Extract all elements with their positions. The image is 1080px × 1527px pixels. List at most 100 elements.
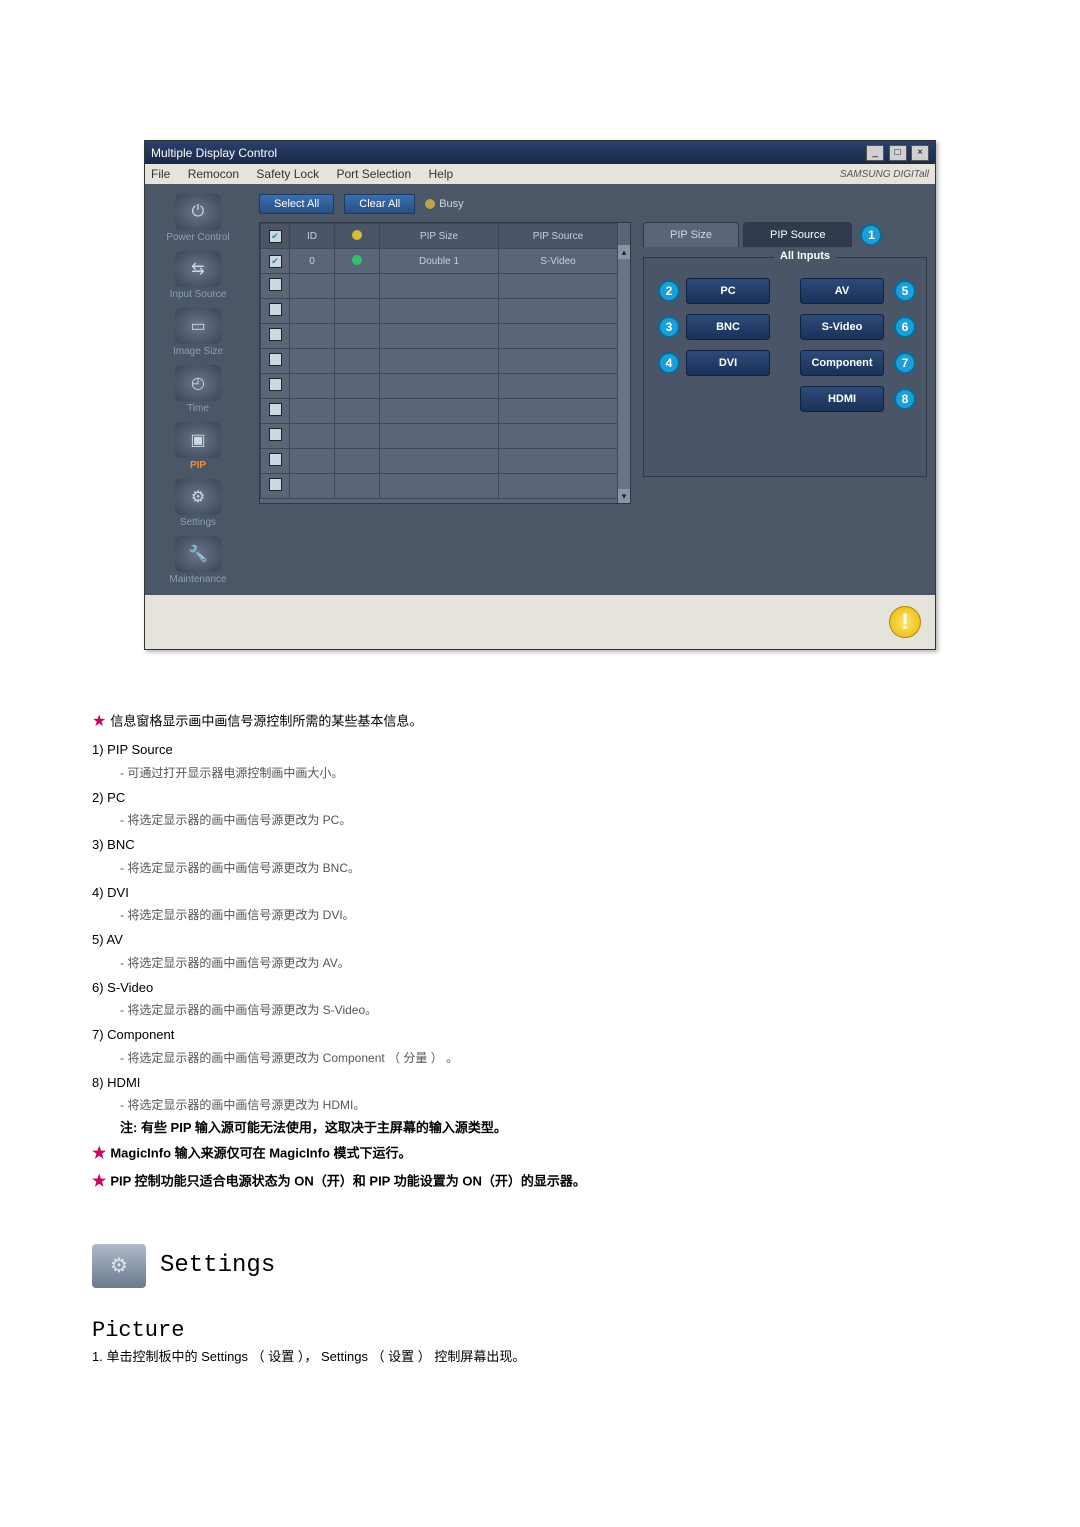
table-row[interactable] xyxy=(261,474,618,499)
right-panel: PIP Size PIP Source 1 All Inputs xyxy=(643,222,927,504)
row-checkbox[interactable] xyxy=(269,453,282,466)
all-inputs-heading: All Inputs xyxy=(774,250,836,262)
input-dvi-button[interactable]: DVI xyxy=(686,350,770,376)
col-status xyxy=(335,224,380,249)
col-pip-source: PIP Source xyxy=(499,224,618,249)
item-6-sub: - 将选定显示器的画中画信号源更改为 S-Video。 xyxy=(120,1001,988,1019)
sidebar-item-input-source[interactable]: ⇆ Input Source xyxy=(153,251,243,300)
input-hdmi-button[interactable]: HDMI xyxy=(800,386,884,412)
cell-pip-size: Double 1 xyxy=(380,249,499,274)
item-4-head: 4) DVI xyxy=(92,883,988,903)
scroll-down-icon[interactable]: ▾ xyxy=(618,489,630,503)
menu-help[interactable]: Help xyxy=(429,167,454,181)
warning-icon[interactable]: ! xyxy=(889,606,921,638)
row-checkbox[interactable] xyxy=(269,353,282,366)
star-icon: ★ xyxy=(92,1173,106,1190)
settings-section-title: Settings xyxy=(160,1252,275,1279)
row-checkbox[interactable] xyxy=(269,303,282,316)
input-pc-button[interactable]: PC xyxy=(686,278,770,304)
sidebar-item-power-control[interactable]: ⏻ Power Control xyxy=(153,194,243,243)
row-checkbox[interactable] xyxy=(269,428,282,441)
sidebar-label-settings: Settings xyxy=(153,517,243,528)
picture-heading: Picture xyxy=(92,1318,988,1343)
row-checkbox[interactable] xyxy=(269,328,282,341)
display-grid: ID PIP Size PIP Source 0 Double 1 S-Vid xyxy=(259,222,631,504)
marker-4: 4 xyxy=(658,352,680,374)
table-row[interactable] xyxy=(261,349,618,374)
sidebar-item-image-size[interactable]: ▭ Image Size xyxy=(153,308,243,357)
item-6-head: 6) S-Video xyxy=(92,978,988,998)
menu-safety-lock[interactable]: Safety Lock xyxy=(256,167,319,181)
sidebar-item-maintenance[interactable]: 🔧 Maintenance xyxy=(153,536,243,585)
power-icon: ⏻ xyxy=(175,194,221,230)
menu-remocon[interactable]: Remocon xyxy=(188,167,239,181)
menu-port-selection[interactable]: Port Selection xyxy=(336,167,411,181)
app-window: Multiple Display Control _ □ × File Remo… xyxy=(144,140,936,650)
window-controls: _ □ × xyxy=(865,144,929,161)
row-checkbox[interactable] xyxy=(269,403,282,416)
wrench-icon: 🔧 xyxy=(175,536,221,572)
sidebar-label-time: Time xyxy=(153,403,243,414)
scroll-up-icon[interactable]: ▴ xyxy=(618,245,630,259)
marker-2: 2 xyxy=(658,280,680,302)
menubar: File Remocon Safety Lock Port Selection … xyxy=(145,164,935,184)
table-row[interactable] xyxy=(261,424,618,449)
row-checkbox[interactable] xyxy=(269,278,282,291)
item-7-head: 7) Component xyxy=(92,1025,988,1045)
table-row[interactable]: 0 Double 1 S-Video xyxy=(261,249,618,274)
table-row[interactable] xyxy=(261,299,618,324)
minimize-button[interactable]: _ xyxy=(866,145,884,161)
document-body: ★信息窗格显示画中画信号源控制所需的某些基本信息。 1) PIP Source … xyxy=(90,710,990,1366)
sidebar-item-time[interactable]: ◴ Time xyxy=(153,365,243,414)
input-component-button[interactable]: Component xyxy=(800,350,884,376)
col-id: ID xyxy=(290,224,335,249)
star-icon: ★ xyxy=(92,1145,106,1162)
item-1-sub: - 可通过打开显示器电源控制画中画大小。 xyxy=(120,764,988,782)
table-row[interactable] xyxy=(261,399,618,424)
item-3-sub: - 将选定显示器的画中画信号源更改为 BNC。 xyxy=(120,859,988,877)
table-row[interactable] xyxy=(261,449,618,474)
settings-section-icon: ⚙ xyxy=(92,1244,146,1288)
maximize-button[interactable]: □ xyxy=(889,145,907,161)
input-av-button[interactable]: AV xyxy=(800,278,884,304)
sidebar-label-pip: PIP xyxy=(153,460,243,471)
sidebar-label-maintenance: Maintenance xyxy=(153,574,243,585)
item-2-sub: - 将选定显示器的画中画信号源更改为 PC。 xyxy=(120,811,988,829)
sidebar-item-pip[interactable]: ▣ PIP xyxy=(153,422,243,471)
menu-file[interactable]: File xyxy=(151,167,170,181)
tab-pip-size[interactable]: PIP Size xyxy=(643,222,739,247)
col-checkbox xyxy=(261,224,290,249)
item-7-sub: - 将选定显示器的画中画信号源更改为 Component （ 分量 ） 。 xyxy=(120,1049,988,1067)
table-row[interactable] xyxy=(261,324,618,349)
table-row[interactable] xyxy=(261,274,618,299)
select-all-button[interactable]: Select All xyxy=(259,194,334,214)
item-1-head: 1) PIP Source xyxy=(92,740,988,760)
image-size-icon: ▭ xyxy=(175,308,221,344)
table-row[interactable] xyxy=(261,374,618,399)
intro-text: 信息窗格显示画中画信号源控制所需的某些基本信息。 xyxy=(110,713,422,728)
sidebar-item-settings[interactable]: ⚙ Settings xyxy=(153,479,243,528)
sidebar-label-input: Input Source xyxy=(153,289,243,300)
clock-icon: ◴ xyxy=(175,365,221,401)
item-2-head: 2) PC xyxy=(92,788,988,808)
close-button[interactable]: × xyxy=(911,145,929,161)
settings-heading-block: ⚙ Settings xyxy=(92,1244,988,1288)
input-svideo-button[interactable]: S-Video xyxy=(800,314,884,340)
sidebar-label-image: Image Size xyxy=(153,346,243,357)
marker-6: 6 xyxy=(894,316,916,338)
busy-dot-icon xyxy=(425,199,435,209)
clear-all-button[interactable]: Clear All xyxy=(344,194,415,214)
input-bnc-button[interactable]: BNC xyxy=(686,314,770,340)
row-checkbox[interactable] xyxy=(269,255,282,268)
row-checkbox[interactable] xyxy=(269,478,282,491)
header-checkbox[interactable] xyxy=(269,230,282,243)
row-checkbox[interactable] xyxy=(269,378,282,391)
marker-5: 5 xyxy=(894,280,916,302)
scrollbar[interactable]: ▴ ▾ xyxy=(617,245,630,503)
sidebar: ⏻ Power Control ⇆ Input Source ▭ Image S… xyxy=(145,184,251,595)
item-4-sub: - 将选定显示器的画中画信号源更改为 DVI。 xyxy=(120,906,988,924)
busy-indicator: Busy xyxy=(425,198,463,210)
col-pip-size: PIP Size xyxy=(380,224,499,249)
sidebar-label-power: Power Control xyxy=(153,232,243,243)
tab-pip-source[interactable]: PIP Source xyxy=(743,222,852,247)
